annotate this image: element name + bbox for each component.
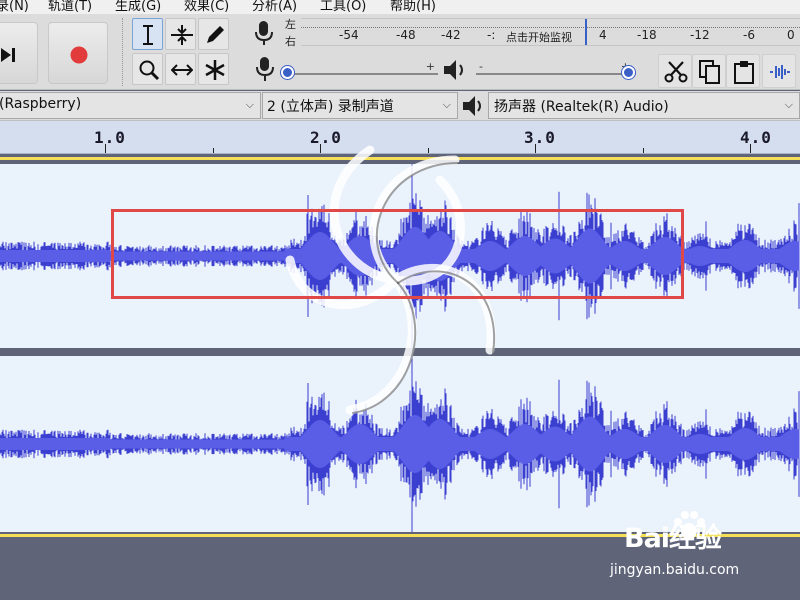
chevron-down-icon: ⌵: [784, 98, 793, 111]
playback-volume-slider[interactable]: - +: [476, 60, 636, 86]
record-icon: [70, 46, 88, 64]
envelope-icon: [171, 25, 193, 45]
baidu-jingyan-watermark: Bai经验 jingyan.baidu.com: [598, 510, 798, 590]
ruler-label: 1.0: [94, 128, 126, 147]
chevron-down-icon: ⌵: [442, 98, 451, 111]
copy-button[interactable]: [692, 54, 726, 88]
menu-tools[interactable]: 工具(O): [320, 0, 366, 14]
ruler-minor-tick: [643, 148, 644, 153]
meter-tick: -54: [339, 28, 359, 42]
clipboard-icon: [734, 61, 754, 84]
output-device-icon-wrap: [462, 95, 486, 121]
meter-tick: -12: [690, 28, 710, 42]
playback-device-select[interactable]: 扬声器 (Realtek(R) Audio) ⌵: [488, 92, 800, 119]
record-level-meter[interactable]: -54 -48 -42 -: 点击开始监视 4 -18 -12 -6 0: [301, 18, 800, 46]
meter-tick: -:: [487, 28, 496, 42]
asterisk-icon: [205, 60, 225, 80]
toolbar-grip: [122, 18, 125, 86]
watermark-logo-text: Bai经验: [624, 523, 722, 554]
copy-icon: [699, 60, 720, 84]
chevron-down-icon: ⌵: [245, 98, 254, 111]
trim-icon: [770, 65, 790, 79]
draw-tool[interactable]: [198, 18, 229, 50]
channels-value: 2 (立体声) 录制声道: [267, 99, 394, 115]
ruler-minor-tick: [213, 148, 214, 153]
ruler-minor-tick: [428, 148, 429, 153]
ruler-label: 4.0: [740, 128, 772, 147]
ruler-major-tick: [535, 144, 536, 153]
i-beam-icon: [143, 25, 153, 45]
waveform-right-channel: [0, 356, 800, 532]
menu-record[interactable]: 录(N): [0, 0, 29, 14]
recording-device-value: (Raspberry): [0, 96, 82, 112]
ruler-label: 3.0: [524, 128, 556, 147]
meter-tick: -48: [396, 28, 416, 42]
start-monitoring-text[interactable]: 点击开始监视: [506, 29, 572, 45]
toolbar: 左 右 -54 -48 -42 -: 点击开始监视 4 -18 -12 -6 0…: [0, 14, 800, 90]
ruler-major-tick: [750, 144, 751, 153]
slider-knob[interactable]: [281, 66, 294, 79]
microphone-icon: [256, 57, 274, 81]
menu-tracks[interactable]: 轨道(T): [48, 0, 92, 14]
skip-end-icon: [1, 48, 15, 62]
playback-volume-icon-wrap: [443, 58, 469, 86]
selection-tool[interactable]: [132, 18, 163, 50]
recording-device-select[interactable]: (Raspberry) ⌵: [0, 92, 261, 119]
recording-volume-icon-wrap: [254, 56, 276, 86]
menu-effect[interactable]: 效果(C): [184, 0, 229, 14]
device-toolbar: (Raspberry) ⌵ 2 (立体声) 录制声道 ⌵ 扬声器 (Realte…: [0, 91, 800, 121]
slider-min-label: -: [479, 60, 483, 73]
menu-analyze[interactable]: 分析(A): [252, 0, 297, 14]
record-meter-button[interactable]: [252, 20, 276, 50]
playback-device-value: 扬声器 (Realtek(R) Audio): [494, 99, 669, 115]
cut-button[interactable]: [658, 54, 692, 88]
envelope-tool[interactable]: [165, 18, 196, 50]
meter-left-label: 左: [285, 18, 296, 31]
double-arrow-icon: [171, 64, 193, 76]
paste-button[interactable]: [726, 54, 760, 88]
meter-tick: -6: [743, 28, 755, 42]
menu-help[interactable]: 帮助(H): [390, 0, 436, 14]
speaker-icon: [463, 96, 481, 116]
menu-generate[interactable]: 生成(G): [115, 0, 161, 14]
zoom-tool[interactable]: [132, 53, 163, 85]
meter-tick: 4: [599, 28, 607, 42]
meter-tick: 0: [787, 28, 795, 42]
multi-tool[interactable]: [198, 53, 229, 85]
magnifier-icon: [139, 60, 160, 81]
pencil-icon: [207, 26, 224, 43]
right-channel[interactable]: [0, 356, 800, 532]
timeline-ruler[interactable]: 1.0 2.0 3.0 4.0: [0, 121, 800, 154]
slider-max-label: +: [425, 60, 435, 73]
record-button[interactable]: [48, 22, 108, 84]
skip-to-end-button[interactable]: [0, 22, 38, 84]
meter-tick: -42: [441, 28, 461, 42]
clip-top-border: [0, 157, 800, 160]
ruler-major-tick: [320, 144, 321, 153]
timeshift-tool[interactable]: [165, 53, 196, 85]
ruler-label: 2.0: [310, 128, 342, 147]
microphone-icon: [255, 21, 273, 45]
watermark-url: jingyan.baidu.com: [610, 562, 740, 578]
ruler-major-tick: [105, 144, 106, 153]
channels-select[interactable]: 2 (立体声) 录制声道 ⌵: [262, 92, 458, 119]
slider-knob[interactable]: [622, 66, 635, 79]
speaker-icon: [444, 60, 463, 80]
highlighted-region: [111, 209, 684, 299]
meter-tick: -18: [637, 28, 657, 42]
meter-right-label: 右: [285, 35, 296, 48]
recording-volume-slider[interactable]: - +: [281, 60, 438, 86]
scissors-icon: [664, 61, 688, 83]
meter-marker: [585, 19, 587, 45]
menu-bar: 录(N) 轨道(T) 生成(G) 效果(C) 分析(A) 工具(O) 帮助(H): [0, 0, 800, 14]
trim-audio-button[interactable]: [762, 54, 796, 88]
